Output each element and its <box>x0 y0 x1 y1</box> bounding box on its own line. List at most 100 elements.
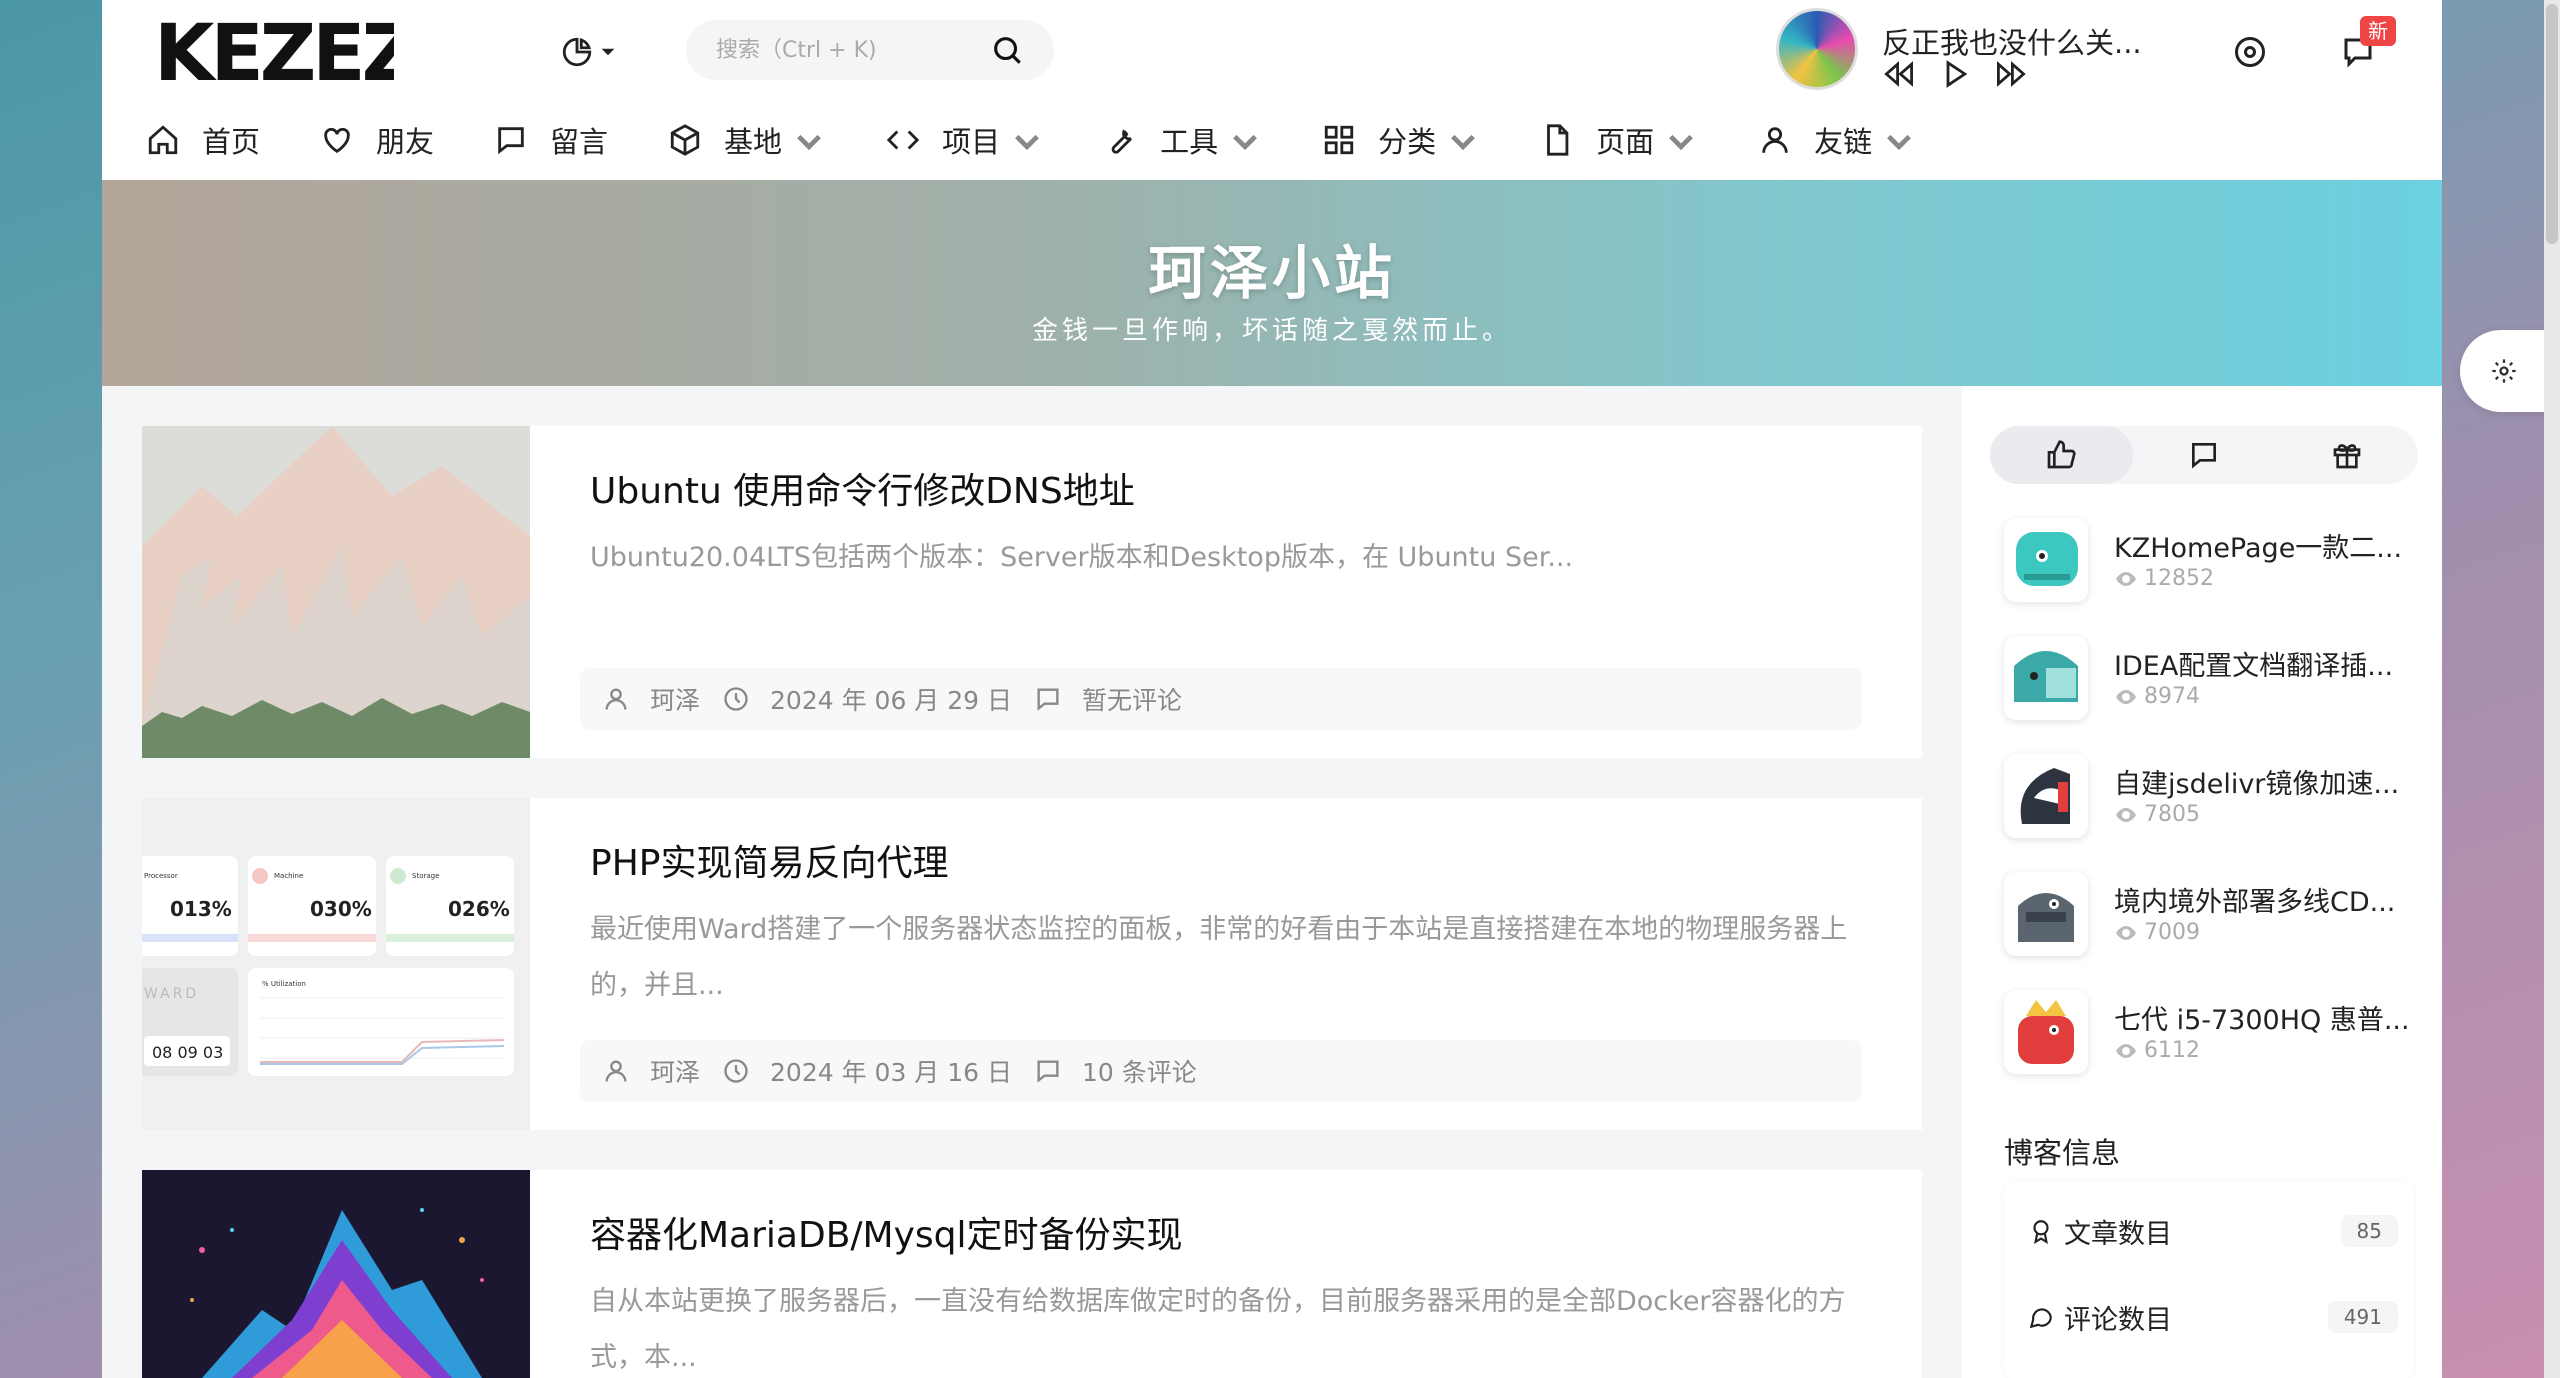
views-count: 6112 <box>2144 1038 2200 1063</box>
views-count: 7009 <box>2144 920 2200 945</box>
processor-value: 013% <box>170 897 232 921</box>
nav-item-categories[interactable]: 分类 <box>1322 119 1480 161</box>
nav-item-home[interactable]: 首页 <box>146 119 260 161</box>
post-thumbnail[interactable] <box>142 426 530 758</box>
rewind-icon[interactable] <box>1882 60 1916 88</box>
cube-icon <box>670 124 700 156</box>
machine-label: Machine <box>274 872 303 880</box>
post-author[interactable]: 珂泽 <box>602 1053 700 1089</box>
caret-down-icon <box>601 48 615 56</box>
nav-label: 朋友 <box>376 125 435 159</box>
mascot-image <box>2014 651 2078 702</box>
nav-item-base[interactable]: 基地 <box>668 119 826 161</box>
hot-post-views: 12852 <box>2114 566 2214 591</box>
post-thumbnail[interactable] <box>142 1170 530 1378</box>
search-icon[interactable] <box>990 33 1024 67</box>
user-icon <box>605 688 627 710</box>
nav-item-links[interactable]: 友链 <box>1758 119 1916 161</box>
hot-post-item[interactable]: KZHomePage一款二... 12852 <box>2004 518 2424 604</box>
music-player: 反正我也没什么关... <box>1776 8 2256 92</box>
date-text: 2024 年 03 月 16 日 <box>770 1058 1012 1087</box>
chevron-down-icon <box>1451 134 1475 151</box>
eye-icon <box>2116 925 2136 940</box>
hot-post-item[interactable]: 境内境外部署多线CD... 7009 <box>2004 872 2424 958</box>
site-logo[interactable]: KEZEZ <box>154 10 394 94</box>
post-author[interactable]: 珂泽 <box>602 681 700 717</box>
new-badge: 新 <box>2360 16 2396 46</box>
nav-item-tools[interactable]: 工具 <box>1104 119 1262 161</box>
site-header: KEZEZ 反正我也没什么关... 新 首页 <box>102 0 2442 180</box>
views-count: 7805 <box>2144 802 2200 827</box>
nav-label: 页面 <box>1596 125 1655 159</box>
mascot-image <box>2016 532 2078 586</box>
post-title[interactable]: PHP实现简易反向代理 <box>590 834 949 886</box>
nav-item-friends[interactable]: 朋友 <box>320 119 434 161</box>
mascot-image <box>2020 768 2070 824</box>
ward-brand: WARD <box>144 986 199 1002</box>
author-name: 珂泽 <box>650 686 701 715</box>
tab-most-liked[interactable] <box>1990 426 2133 484</box>
chevron-down-icon <box>797 134 821 151</box>
hot-post-item[interactable]: 七代 i5-7300HQ 惠普... 6112 <box>2004 990 2424 1076</box>
post-card[interactable]: 容器化MariaDB/Mysql定时备份实现 自从本站更换了服务器后，一直没有给… <box>142 1170 1922 1378</box>
theme-switch-button[interactable] <box>560 32 624 72</box>
nav-label: 基地 <box>724 125 783 159</box>
nav-label: 首页 <box>202 125 261 159</box>
clock-value: 08 09 03 <box>152 1043 223 1062</box>
hot-post-item[interactable]: 自建jsdelivr镜像加速... 7805 <box>2004 754 2424 840</box>
award-icon <box>2033 1220 2049 1244</box>
clock-icon <box>724 687 748 711</box>
eye-icon <box>2116 1043 2136 1058</box>
chevron-down-icon <box>1669 134 1694 151</box>
mascot-image <box>2018 893 2074 942</box>
views-count: 12852 <box>2144 566 2214 591</box>
play-icon[interactable] <box>1938 60 1972 88</box>
scrollbar-thumb[interactable] <box>2546 4 2558 244</box>
nav-item-projects[interactable]: 项目 <box>886 119 1044 161</box>
search-input[interactable] <box>716 37 990 63</box>
abstract-mountain-image <box>142 1170 530 1378</box>
song-title[interactable]: 反正我也没什么关... <box>1882 20 2142 62</box>
post-title[interactable]: Ubuntu 使用命令行修改DNS地址 <box>590 462 1135 514</box>
pie-chart-icon <box>562 37 592 67</box>
tab-most-commented[interactable] <box>2133 426 2276 484</box>
grid-icon <box>1324 125 1354 155</box>
chevron-down-icon <box>1887 134 1912 151</box>
fast-forward-icon[interactable] <box>1994 60 2028 88</box>
mascot-image <box>2018 1000 2074 1064</box>
code-icon <box>886 130 920 150</box>
post-title[interactable]: 容器化MariaDB/Mysql定时备份实现 <box>590 1206 1183 1258</box>
mountain-placeholder-image <box>142 426 530 758</box>
comment-icon <box>2192 443 2216 469</box>
sidebar-tabs <box>1990 426 2418 484</box>
hot-post-title: IDEA配置文档翻译插... <box>2114 651 2394 682</box>
post-card[interactable]: Ubuntu 使用命令行修改DNS地址 Ubuntu20.04LTS包括两个版本… <box>142 426 1922 758</box>
eye-icon <box>2116 689 2136 704</box>
post-meta: 珂泽 2024 年 06 月 29 日 暂无评论 <box>580 668 1862 730</box>
post-comments[interactable]: 10 条评论 <box>1034 1053 1197 1089</box>
hot-post-item[interactable]: IDEA配置文档翻译插... 8974 <box>2004 636 2424 722</box>
post-date: 2024 年 03 月 16 日 <box>722 1053 1012 1089</box>
tab-random[interactable] <box>2275 426 2418 484</box>
gift-icon <box>2333 444 2361 469</box>
nav-item-pages[interactable]: 页面 <box>1540 119 1698 161</box>
target-icon[interactable] <box>2232 34 2268 70</box>
post-comments[interactable]: 暂无评论 <box>1034 681 1182 717</box>
heart-icon <box>324 127 350 154</box>
wrench-icon <box>1111 129 1132 154</box>
info-count: 491 <box>2327 1301 2398 1333</box>
date-text: 2024 年 06 月 29 日 <box>770 686 1012 715</box>
hot-post-views: 6112 <box>2114 1038 2200 1063</box>
nav-item-message[interactable]: 留言 <box>494 119 608 161</box>
post-excerpt: 最近使用Ward搭建了一个服务器状态监控的面板，非常的好看由于本站是直接搭建在本… <box>590 914 1848 1001</box>
album-cover[interactable] <box>1776 8 1858 90</box>
eye-icon <box>2116 807 2136 822</box>
logo-text: KEZEZ <box>154 10 394 94</box>
post-card[interactable]: Processor Machine Storage 013% 030% 026%… <box>142 798 1922 1130</box>
main-nav: 首页 朋友 留言 基地 项目 工具 分类 页面 友链 <box>146 112 1976 168</box>
views-count: 8974 <box>2144 684 2200 709</box>
clock-icon <box>724 1059 748 1083</box>
info-label: 文章数目 <box>2064 1218 2172 1250</box>
hot-post-views: 7805 <box>2114 802 2200 827</box>
post-thumbnail[interactable]: Processor Machine Storage 013% 030% 026%… <box>142 798 530 1130</box>
